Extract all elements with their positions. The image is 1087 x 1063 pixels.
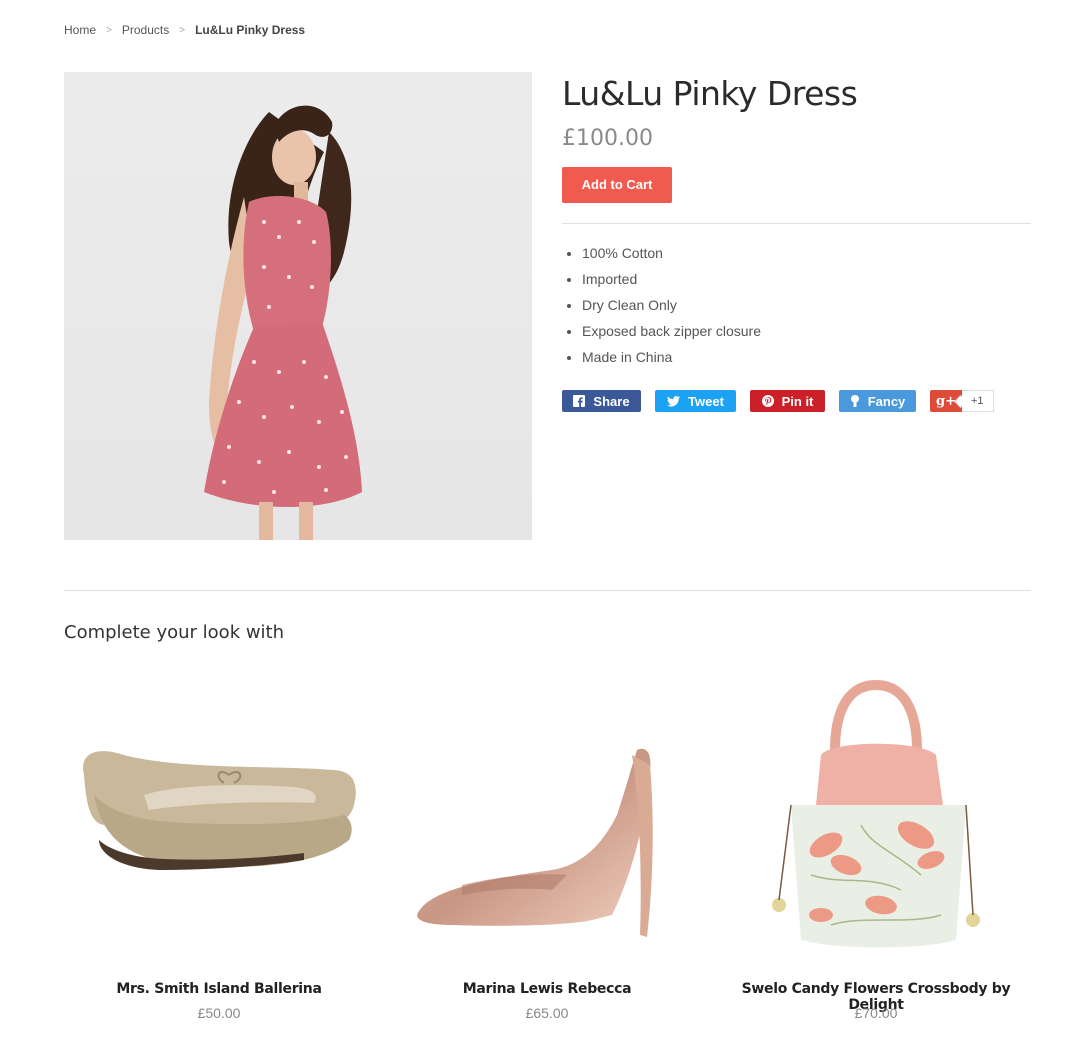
related-product-name[interactable]: Marina Lewis Rebecca [392,981,702,997]
related-product-price: £50.00 [197,1005,241,1021]
breadcrumb-home-link[interactable]: Home [64,23,96,37]
fancy-label: Fancy [867,393,906,409]
pinterest-pin-button[interactable]: Pin it [750,390,825,412]
ballerina-shoe-image[interactable] [64,675,374,965]
divider [562,223,1031,224]
product-title: Lu&Lu Pinky Dress [562,74,858,113]
related-section-title: Complete your look with [64,622,285,643]
related-product-name[interactable]: Mrs. Smith Island Ballerina [64,981,374,997]
pinterest-icon [761,395,774,407]
twitter-tweet-button[interactable]: Tweet [655,390,736,412]
feature-item: Exposed back zipper closure [582,318,1031,344]
feature-item: Made in China [582,344,1031,370]
google-plus-count: +1 [962,390,994,412]
facebook-share-button[interactable]: Share [562,390,641,412]
add-to-cart-button[interactable]: Add to Cart [562,167,672,203]
breadcrumb-products-link[interactable]: Products [122,23,169,37]
related-product-price: £70.00 [854,1005,898,1021]
product-price: £100.00 [562,126,653,151]
related-product-price: £65.00 [525,1005,569,1021]
twitter-icon [667,395,681,407]
feature-item: Imported [582,266,1031,292]
breadcrumb-separator: > [106,24,112,36]
high-heel-shoe-image[interactable] [392,675,702,965]
fancy-button[interactable]: Fancy [839,390,916,412]
google-plus-button[interactable]: g+ +1 [930,390,994,412]
related-product-card[interactable]: Marina Lewis Rebecca £65.00 [392,675,702,1035]
product-image[interactable] [64,72,532,540]
breadcrumb-current: Lu&Lu Pinky Dress [195,23,306,37]
feature-item: Dry Clean Only [582,292,1031,318]
related-products: Mrs. Smith Island Ballerina £50.00 Marin… [64,675,1031,1035]
breadcrumb-separator: > [179,24,186,36]
social-share-bar: Share Tweet Pin it Fancy g+ +1 [562,390,1031,412]
facebook-icon [573,395,586,407]
floral-bag-image[interactable] [721,675,1031,965]
feature-list: 100% Cotton Imported Dry Clean Only Expo… [562,240,1031,370]
related-product-card[interactable]: Swelo Candy Flowers Crossbody by Delight… [721,675,1031,1035]
section-divider [64,590,1031,591]
twitter-tweet-label: Tweet [688,393,724,409]
product-info: Lu&Lu Pinky Dress £100.00 Add to Cart 10… [562,72,1031,412]
related-product-card[interactable]: Mrs. Smith Island Ballerina £50.00 [64,675,374,1035]
fancy-icon [850,395,860,407]
feature-item: 100% Cotton [582,240,1031,266]
dress-model-illustration [204,105,362,540]
breadcrumb: Home > Products > Lu&Lu Pinky Dress [64,23,305,37]
pinterest-pin-label: Pin it [781,393,814,409]
facebook-share-label: Share [593,393,630,409]
